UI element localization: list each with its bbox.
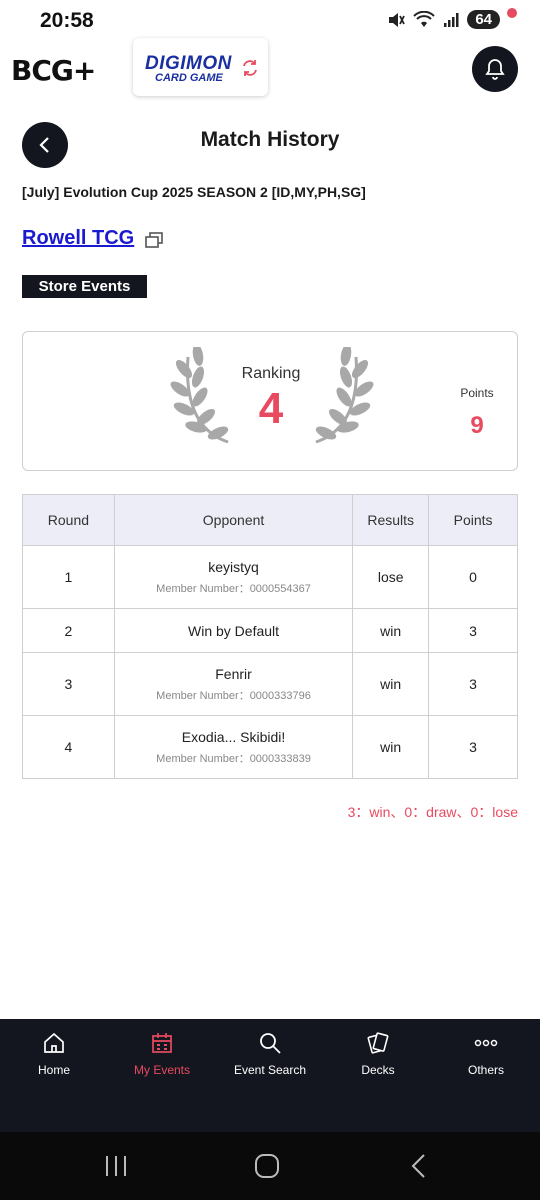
round-cell: 4 xyxy=(22,715,115,779)
app-logo[interactable]: BCG+ xyxy=(11,54,96,87)
points-cell: 3 xyxy=(428,715,518,779)
nav-my-events-label: My Events xyxy=(133,1063,190,1077)
nav-event-search-label: Event Search xyxy=(233,1063,307,1077)
header-results: Results xyxy=(352,494,430,546)
points-cell: 0 xyxy=(428,545,518,609)
game-switcher[interactable]: DIGIMON CARD GAME xyxy=(133,38,268,96)
round-cell: 1 xyxy=(22,545,115,609)
battery-indicator: 64 xyxy=(467,10,500,29)
table-row: 4 Exodia... Skibidi! Member Number：00003… xyxy=(22,715,518,779)
opponent-member-number: Member Number：0000554367 xyxy=(156,582,311,595)
system-nav-bar xyxy=(0,1132,540,1200)
result-cell: win xyxy=(352,652,430,716)
points-label: Points xyxy=(460,386,494,400)
header-round: Round xyxy=(22,494,115,546)
mute-icon xyxy=(389,12,406,27)
header-opponent: Opponent xyxy=(113,494,354,546)
ranking-label: Ranking xyxy=(241,365,301,382)
ranking-value: 4 xyxy=(258,384,284,433)
notification-badge xyxy=(507,8,517,18)
app-header: BCG+ DIGIMON CARD GAME xyxy=(0,38,540,104)
opponent-member-number: Member Number：0000333796 xyxy=(156,689,311,702)
wifi-icon xyxy=(413,10,436,27)
round-cell: 2 xyxy=(22,608,115,653)
nav-decks-label: Decks xyxy=(361,1063,395,1077)
recent-apps-icon[interactable] xyxy=(102,1152,130,1180)
result-cell: win xyxy=(352,715,430,779)
result-cell: lose xyxy=(352,545,430,609)
match-history-table: Round Opponent Results Points 1 keyistyq… xyxy=(22,494,518,779)
back-nav-icon[interactable] xyxy=(405,1152,433,1180)
round-cell: 3 xyxy=(22,652,115,716)
table-row: 2 Win by Default win 3 xyxy=(22,608,518,653)
game-logo-subtitle: CARD GAME xyxy=(155,72,223,84)
results-summary: 3：win、0：draw、0：lose xyxy=(347,804,518,820)
opponent-cell: keyistyq Member Number：0000554367 xyxy=(113,545,354,609)
opponent-name: Fenrir xyxy=(215,665,252,682)
more-icon xyxy=(474,1039,498,1047)
status-icons: 64 xyxy=(387,10,500,29)
store-link[interactable]: Rowell TCG xyxy=(22,227,134,250)
opponent-name: Exodia... Skibidi! xyxy=(181,728,286,745)
external-link-icon[interactable] xyxy=(145,232,163,248)
opponent-member-number: Member Number：0000333839 xyxy=(156,752,311,765)
nav-home[interactable]: Home xyxy=(0,1019,108,1109)
status-time: 20:58 xyxy=(40,9,94,32)
table-row: 1 keyistyq Member Number：0000554367 lose… xyxy=(22,545,518,609)
nav-home-label: Home xyxy=(37,1063,70,1077)
calendar-icon xyxy=(152,1033,172,1053)
bell-icon xyxy=(485,59,505,80)
cards-icon xyxy=(367,1032,389,1054)
header-points: Points xyxy=(428,494,518,546)
nav-others[interactable]: Others xyxy=(432,1019,540,1109)
notifications-button[interactable] xyxy=(472,46,518,92)
nav-decks[interactable]: Decks xyxy=(324,1019,432,1109)
event-category-badge: Store Events xyxy=(22,275,147,298)
search-icon xyxy=(260,1033,281,1054)
points-value: 9 xyxy=(470,412,484,439)
signal-icon xyxy=(444,12,459,27)
bottom-nav: Home My Events Event Search Decks Others xyxy=(0,1019,540,1132)
opponent-name: keyistyq xyxy=(208,558,259,575)
page-title: Match History xyxy=(200,128,340,151)
home-icon xyxy=(44,1032,64,1053)
table-header-row: Round Opponent Results Points xyxy=(22,494,518,546)
points-cell: 3 xyxy=(428,608,518,653)
opponent-cell: Win by Default xyxy=(113,608,354,653)
table-row: 3 Fenrir Member Number：0000333796 win 3 xyxy=(22,652,518,716)
switch-game-icon xyxy=(243,60,257,76)
points-cell: 3 xyxy=(428,652,518,716)
opponent-cell: Exodia... Skibidi! Member Number：0000333… xyxy=(113,715,354,779)
opponent-cell: Fenrir Member Number：0000333796 xyxy=(113,652,354,716)
event-name: [July] Evolution Cup 2025 SEASON 2 [ID,M… xyxy=(22,184,366,200)
nav-event-search[interactable]: Event Search xyxy=(216,1019,324,1109)
nav-others-label: Others xyxy=(467,1063,504,1077)
home-nav-icon[interactable] xyxy=(253,1152,281,1180)
opponent-name: Win by Default xyxy=(188,622,280,639)
result-cell: win xyxy=(352,608,430,653)
nav-my-events[interactable]: My Events xyxy=(108,1019,216,1109)
ranking-card: Ranking 4 Points 9 xyxy=(22,331,518,471)
